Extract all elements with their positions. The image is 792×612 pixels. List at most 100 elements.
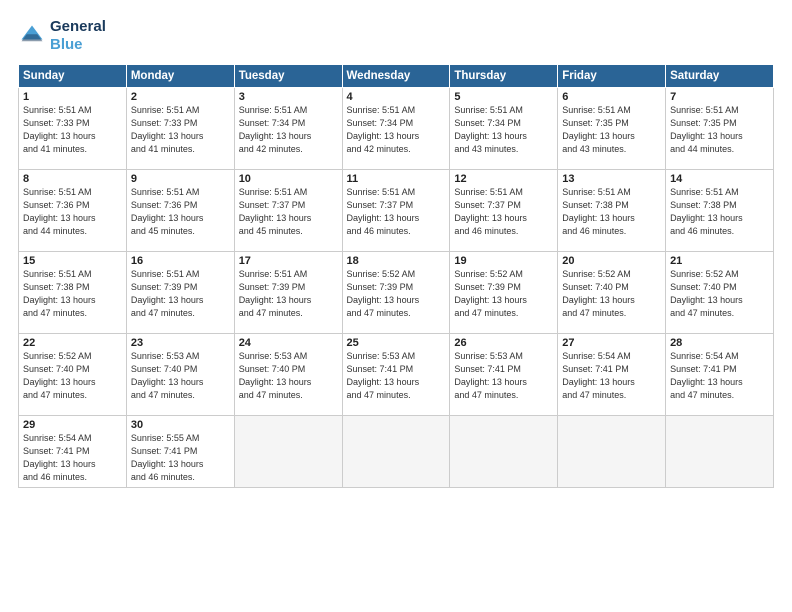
day-number: 26 [454, 337, 553, 349]
day-cell [558, 416, 666, 488]
day-cell: 28Sunrise: 5:54 AMSunset: 7:41 PMDayligh… [666, 334, 774, 416]
day-number: 1 [23, 91, 122, 103]
day-cell: 26Sunrise: 5:53 AMSunset: 7:41 PMDayligh… [450, 334, 558, 416]
day-info: Sunrise: 5:54 AMSunset: 7:41 PMDaylight:… [562, 350, 661, 402]
day-cell: 24Sunrise: 5:53 AMSunset: 7:40 PMDayligh… [234, 334, 342, 416]
day-cell: 13Sunrise: 5:51 AMSunset: 7:38 PMDayligh… [558, 170, 666, 252]
day-info: Sunrise: 5:51 AMSunset: 7:35 PMDaylight:… [562, 104, 661, 156]
day-info: Sunrise: 5:51 AMSunset: 7:39 PMDaylight:… [131, 268, 230, 320]
day-number: 18 [347, 255, 446, 267]
day-info: Sunrise: 5:53 AMSunset: 7:40 PMDaylight:… [239, 350, 338, 402]
day-cell: 4Sunrise: 5:51 AMSunset: 7:34 PMDaylight… [342, 88, 450, 170]
day-number: 8 [23, 173, 122, 185]
day-number: 17 [239, 255, 338, 267]
calendar-table: SundayMondayTuesdayWednesdayThursdayFrid… [18, 64, 774, 488]
day-cell: 16Sunrise: 5:51 AMSunset: 7:39 PMDayligh… [126, 252, 234, 334]
day-cell: 27Sunrise: 5:54 AMSunset: 7:41 PMDayligh… [558, 334, 666, 416]
day-info: Sunrise: 5:51 AMSunset: 7:35 PMDaylight:… [670, 104, 769, 156]
week-row-1: 1 Sunrise: 5:51 AMSunset: 7:33 PMDaylight… [19, 88, 774, 170]
logo-line2: Blue [50, 36, 83, 53]
day-cell: 3Sunrise: 5:51 AMSunset: 7:34 PMDaylight… [234, 88, 342, 170]
header-cell-friday: Friday [558, 65, 666, 88]
day-info: Sunrise: 5:52 AMSunset: 7:39 PMDaylight:… [454, 268, 553, 320]
day-number: 24 [239, 337, 338, 349]
day-cell: 21Sunrise: 5:52 AMSunset: 7:40 PMDayligh… [666, 252, 774, 334]
day-cell: 5Sunrise: 5:51 AMSunset: 7:34 PMDaylight… [450, 88, 558, 170]
day-info: Sunrise: 5:54 AMSunset: 7:41 PMDaylight:… [23, 432, 122, 484]
day-cell: 15Sunrise: 5:51 AMSunset: 7:38 PMDayligh… [19, 252, 127, 334]
day-number: 11 [347, 173, 446, 185]
header-cell-saturday: Saturday [666, 65, 774, 88]
header: General Blue [18, 18, 774, 54]
day-info: Sunrise: 5:51 AMSunset: 7:37 PMDaylight:… [347, 186, 446, 238]
day-cell: 12Sunrise: 5:51 AMSunset: 7:37 PMDayligh… [450, 170, 558, 252]
day-number: 7 [670, 91, 769, 103]
day-info: Sunrise: 5:51 AMSunset: 7:38 PMDaylight:… [562, 186, 661, 238]
day-cell: 25Sunrise: 5:53 AMSunset: 7:41 PMDayligh… [342, 334, 450, 416]
day-info: Sunrise: 5:51 AMSunset: 7:34 PMDaylight:… [347, 104, 446, 156]
day-info: Sunrise: 5:51 AMSunset: 7:38 PMDaylight:… [23, 268, 122, 320]
day-number: 29 [23, 419, 122, 431]
header-cell-wednesday: Wednesday [342, 65, 450, 88]
logo: General Blue [18, 18, 106, 54]
day-info: Sunrise: 5:51 AMSunset: 7:38 PMDaylight:… [670, 186, 769, 238]
day-info: Sunrise: 5:55 AMSunset: 7:41 PMDaylight:… [131, 432, 230, 484]
day-number: 6 [562, 91, 661, 103]
day-cell: 9Sunrise: 5:51 AMSunset: 7:36 PMDaylight… [126, 170, 234, 252]
day-number: 9 [131, 173, 230, 185]
header-cell-thursday: Thursday [450, 65, 558, 88]
day-cell: 2Sunrise: 5:51 AMSunset: 7:33 PMDaylight… [126, 88, 234, 170]
day-number: 19 [454, 255, 553, 267]
day-number: 28 [670, 337, 769, 349]
day-cell: 17Sunrise: 5:51 AMSunset: 7:39 PMDayligh… [234, 252, 342, 334]
day-info: Sunrise: 5:51 AMSunset: 7:34 PMDaylight:… [239, 104, 338, 156]
day-number: 14 [670, 173, 769, 185]
day-info: Sunrise: 5:53 AMSunset: 7:41 PMDaylight:… [347, 350, 446, 402]
day-info: Sunrise: 5:52 AMSunset: 7:40 PMDaylight:… [23, 350, 122, 402]
day-cell: 10Sunrise: 5:51 AMSunset: 7:37 PMDayligh… [234, 170, 342, 252]
day-info: Sunrise: 5:54 AMSunset: 7:41 PMDaylight:… [670, 350, 769, 402]
day-number: 22 [23, 337, 122, 349]
week-row-2: 8Sunrise: 5:51 AMSunset: 7:36 PMDaylight… [19, 170, 774, 252]
day-number: 27 [562, 337, 661, 349]
day-cell: 18Sunrise: 5:52 AMSunset: 7:39 PMDayligh… [342, 252, 450, 334]
day-number: 5 [454, 91, 553, 103]
day-cell: 8Sunrise: 5:51 AMSunset: 7:36 PMDaylight… [19, 170, 127, 252]
header-cell-tuesday: Tuesday [234, 65, 342, 88]
day-number: 25 [347, 337, 446, 349]
day-number: 20 [562, 255, 661, 267]
day-info: Sunrise: 5:53 AMSunset: 7:40 PMDaylight:… [131, 350, 230, 402]
day-cell [342, 416, 450, 488]
day-number: 23 [131, 337, 230, 349]
week-row-3: 15Sunrise: 5:51 AMSunset: 7:38 PMDayligh… [19, 252, 774, 334]
day-cell: 6Sunrise: 5:51 AMSunset: 7:35 PMDaylight… [558, 88, 666, 170]
day-cell: 7Sunrise: 5:51 AMSunset: 7:35 PMDaylight… [666, 88, 774, 170]
day-number: 10 [239, 173, 338, 185]
day-cell: 19Sunrise: 5:52 AMSunset: 7:39 PMDayligh… [450, 252, 558, 334]
page: General Blue SundayMondayTuesdayWednesda… [0, 0, 792, 612]
week-row-4: 22Sunrise: 5:52 AMSunset: 7:40 PMDayligh… [19, 334, 774, 416]
day-cell: 22Sunrise: 5:52 AMSunset: 7:40 PMDayligh… [19, 334, 127, 416]
day-number: 13 [562, 173, 661, 185]
day-info: Sunrise: 5:51 AMSunset: 7:37 PMDaylight:… [454, 186, 553, 238]
day-info: Sunrise: 5:51 AMSunset: 7:33 PMDaylight:… [131, 104, 230, 156]
day-info: Sunrise: 5:51 AMSunset: 7:37 PMDaylight:… [239, 186, 338, 238]
day-number: 2 [131, 91, 230, 103]
day-cell [450, 416, 558, 488]
header-cell-sunday: Sunday [19, 65, 127, 88]
logo-icon [18, 22, 46, 50]
calendar-header: SundayMondayTuesdayWednesdayThursdayFrid… [19, 65, 774, 88]
day-info: Sunrise: 5:51 AMSunset: 7:34 PMDaylight:… [454, 104, 553, 156]
day-info: Sunrise: 5:52 AMSunset: 7:40 PMDaylight:… [562, 268, 661, 320]
header-cell-monday: Monday [126, 65, 234, 88]
day-cell [666, 416, 774, 488]
week-row-5: 29Sunrise: 5:54 AMSunset: 7:41 PMDayligh… [19, 416, 774, 488]
day-info: Sunrise: 5:51 AMSunset: 7:39 PMDaylight:… [239, 268, 338, 320]
day-info: Sunrise: 5:51 AMSunset: 7:36 PMDaylight:… [23, 186, 122, 238]
day-number: 4 [347, 91, 446, 103]
day-cell [234, 416, 342, 488]
day-cell: 30Sunrise: 5:55 AMSunset: 7:41 PMDayligh… [126, 416, 234, 488]
day-number: 16 [131, 255, 230, 267]
day-cell: 20Sunrise: 5:52 AMSunset: 7:40 PMDayligh… [558, 252, 666, 334]
day-number: 30 [131, 419, 230, 431]
